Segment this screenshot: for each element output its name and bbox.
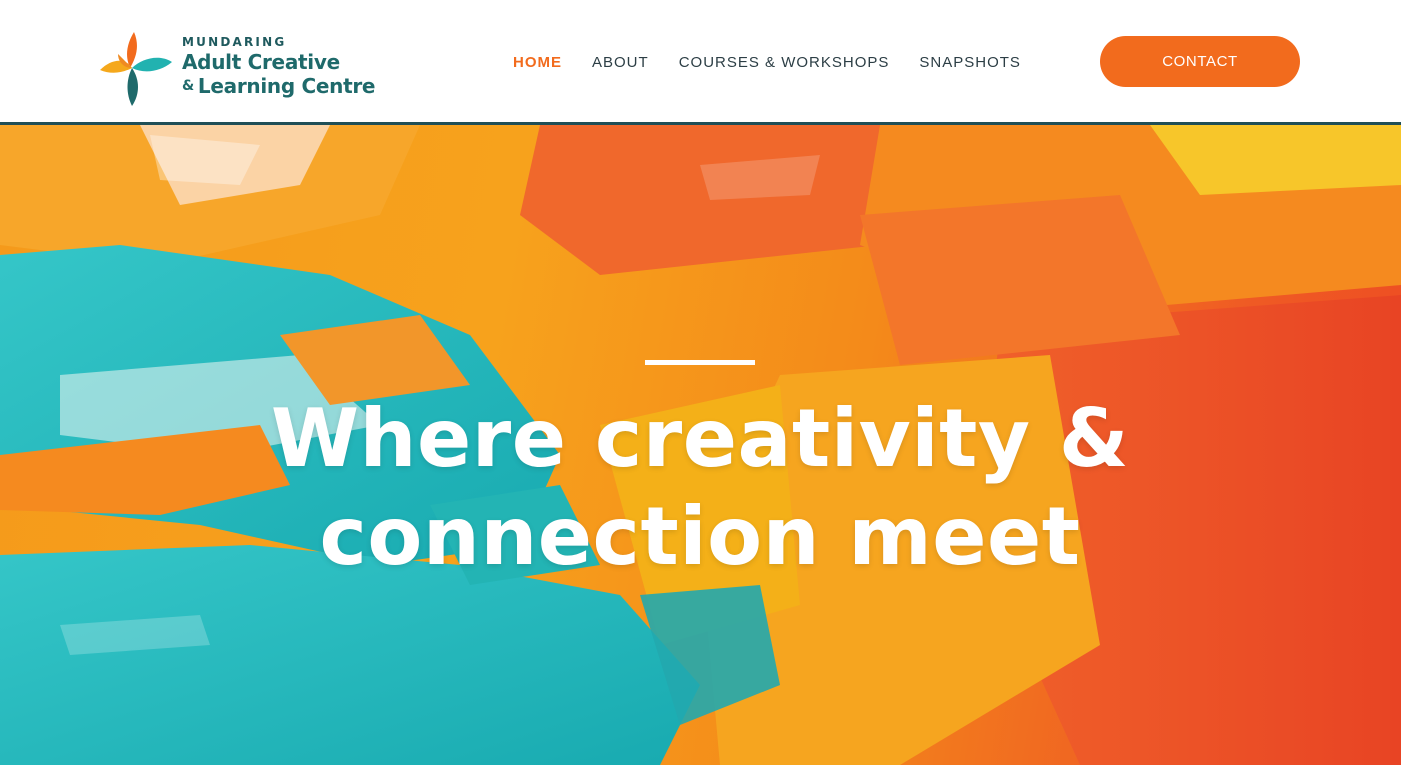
logo-line-learning-centre: & Learning Centre bbox=[182, 74, 398, 98]
site-logo[interactable]: MUNDARING Adult Creative & Learning Centr… bbox=[98, 28, 398, 108]
nav-snapshots[interactable]: SNAPSHOTS bbox=[904, 46, 1036, 80]
main-nav: HOME ABOUT COURSES & WORKSHOPS SNAPSHOTS bbox=[498, 46, 1036, 80]
nav-home[interactable]: HOME bbox=[498, 46, 577, 80]
logo-line-adult-creative: Adult Creative bbox=[182, 50, 340, 74]
site-header: MUNDARING Adult Creative & Learning Centr… bbox=[0, 0, 1401, 122]
petal-swirl-logo-icon bbox=[100, 32, 172, 106]
hero-divider bbox=[645, 360, 755, 365]
hero-banner: Where creativity & connection meet bbox=[0, 125, 1401, 765]
hero-headline-line-2: connection meet bbox=[319, 490, 1081, 583]
nav-about[interactable]: ABOUT bbox=[577, 46, 664, 80]
logo-learning-centre-text: Learning Centre bbox=[197, 74, 376, 98]
logo-line-mundaring: MUNDARING bbox=[182, 35, 287, 49]
contact-button[interactable]: CONTACT bbox=[1100, 36, 1300, 87]
hero-headline: Where creativity & connection meet bbox=[200, 390, 1200, 586]
logo-ampersand: & bbox=[182, 78, 194, 94]
nav-courses-workshops[interactable]: COURSES & WORKSHOPS bbox=[664, 46, 905, 80]
hero-headline-line-1: Where creativity & bbox=[270, 392, 1130, 485]
